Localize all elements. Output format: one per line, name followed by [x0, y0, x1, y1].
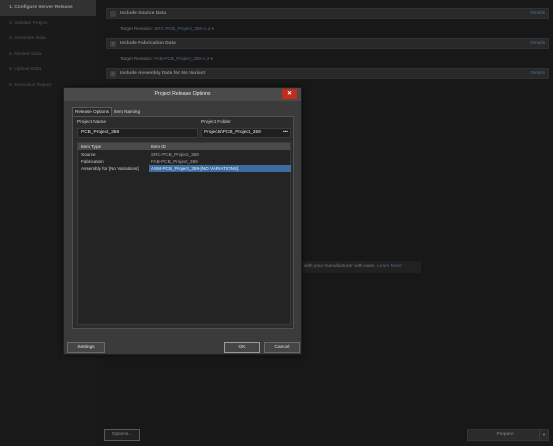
project-name-field[interactable]: PCB_Project_359: [77, 128, 198, 138]
ok-button[interactable]: OK: [224, 342, 260, 353]
dialog-title-bar: Project Release Options ✕: [64, 88, 301, 101]
table-row[interactable]: Source SRC-PCB_Project_359: [78, 151, 290, 158]
item-id-cell: SRC-PCB_Project_359: [151, 152, 199, 157]
project-folder-value: Projects\PCB_Project_359: [204, 130, 261, 135]
tab-release-options[interactable]: Release Options: [72, 107, 112, 116]
item-table: Item Type Item ID Source SRC-PCB_Project…: [77, 142, 291, 325]
column-header-item-type: Item Type: [81, 144, 102, 149]
tab-item-naming[interactable]: Item Naming: [112, 107, 142, 116]
item-type-cell: Assembly for [No Variations]: [81, 166, 139, 171]
item-type-cell: Fabrication: [81, 159, 104, 164]
dialog-tabs: Release Options Item Naming: [72, 107, 142, 116]
close-icon[interactable]: ✕: [282, 89, 297, 99]
browse-icon[interactable]: •••: [283, 129, 288, 137]
table-row-selected[interactable]: Assembly for [No Variations] ASM-PCB_Pro…: [78, 165, 291, 172]
cancel-button[interactable]: Cancel: [264, 342, 300, 353]
column-header-item-id: Item ID: [151, 144, 166, 149]
table-header: Item Type Item ID: [78, 143, 290, 150]
item-id-cell[interactable]: ASM-PCB_Project_359-[NO VARIATIONS]: [151, 165, 238, 172]
project-name-label: Project Name: [77, 120, 107, 125]
project-folder-label: Project Folder: [201, 120, 231, 125]
dialog-title: Project Release Options: [154, 91, 211, 97]
settings-button[interactable]: Settings: [67, 342, 105, 353]
release-options-panel: Project Name Project Folder PCB_Project_…: [72, 116, 294, 329]
project-release-options-dialog: Project Release Options ✕ Release Option…: [63, 87, 302, 355]
project-folder-field[interactable]: Projects\PCB_Project_359 •••: [201, 128, 291, 138]
item-id-cell: FAB-PCB_Project_359: [151, 159, 198, 164]
item-type-cell: Source: [81, 152, 96, 157]
table-row[interactable]: Fabrication FAB-PCB_Project_359: [78, 158, 290, 165]
